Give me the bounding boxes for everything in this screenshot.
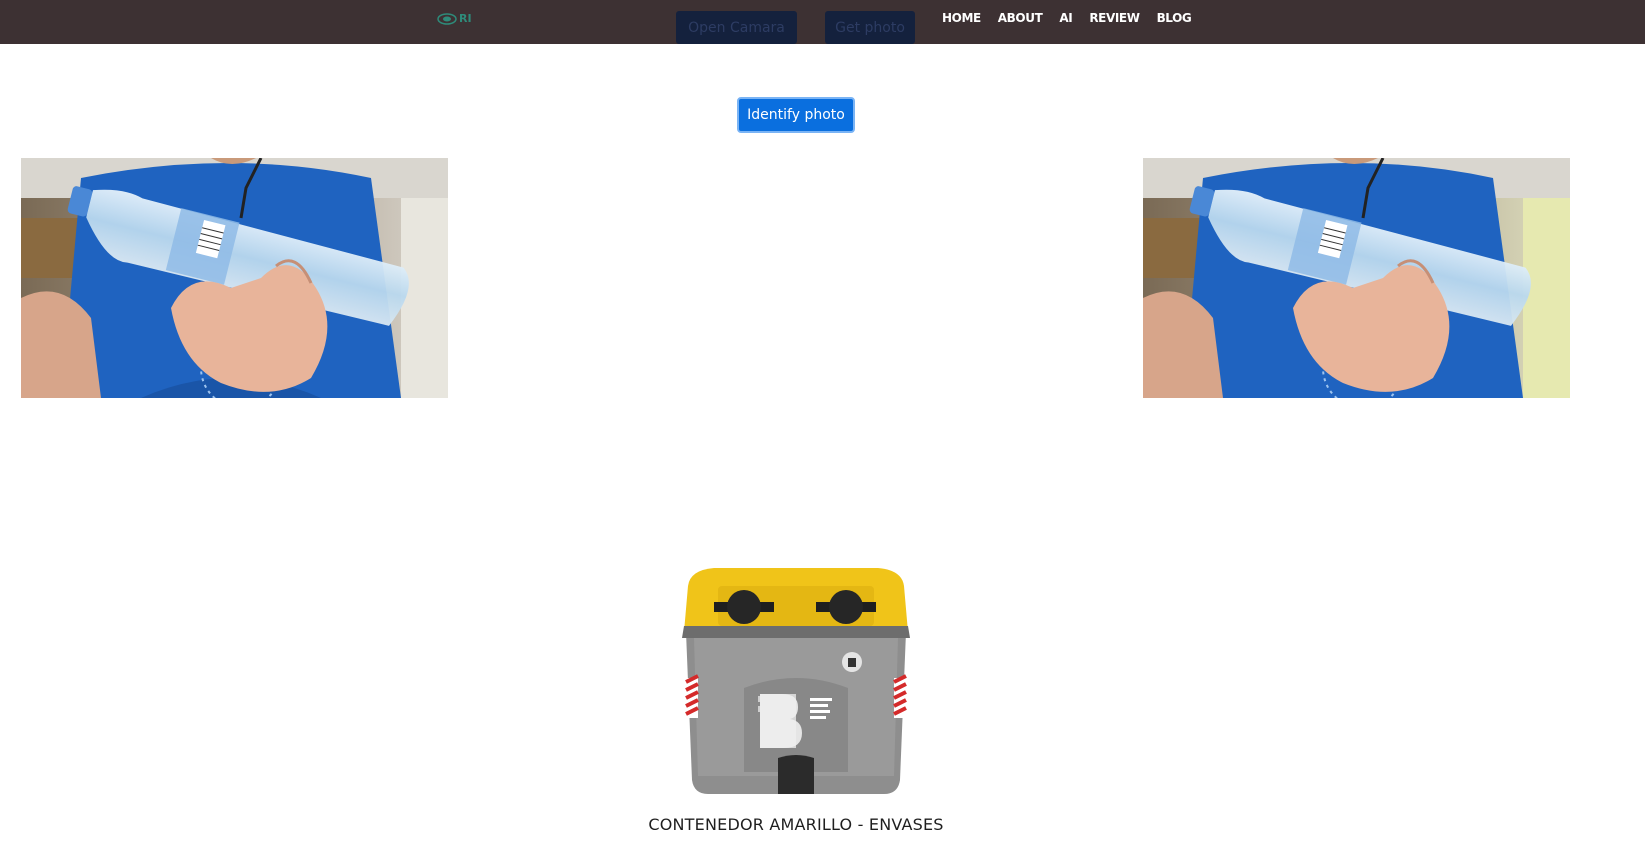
camera-feed-image: [21, 158, 448, 398]
identify-photo-button[interactable]: Identify photo: [737, 97, 855, 133]
nav-link-blog[interactable]: BLOG: [1157, 11, 1192, 25]
open-camera-button[interactable]: Open Camara: [676, 11, 797, 44]
logo-icon: [437, 12, 457, 25]
nav-link-about[interactable]: ABOUT: [998, 11, 1043, 25]
result-label: CONTENEDOR AMARILLO - ENVASES: [648, 815, 944, 834]
logo-text: RI: [459, 12, 472, 25]
get-photo-button[interactable]: Get photo: [825, 11, 915, 44]
nav-link-home[interactable]: HOME: [942, 11, 981, 25]
nav-link-review[interactable]: REVIEW: [1089, 11, 1140, 25]
captured-photo-image: [1143, 158, 1570, 398]
navbar: RI Open Camara Get photo HOME ABOUT AI R…: [0, 0, 1645, 44]
nav-link-ai[interactable]: AI: [1059, 11, 1072, 25]
yellow-container-image: [674, 566, 918, 803]
logo[interactable]: RI: [437, 12, 472, 25]
nav-links: HOME ABOUT AI REVIEW BLOG: [942, 11, 1208, 25]
